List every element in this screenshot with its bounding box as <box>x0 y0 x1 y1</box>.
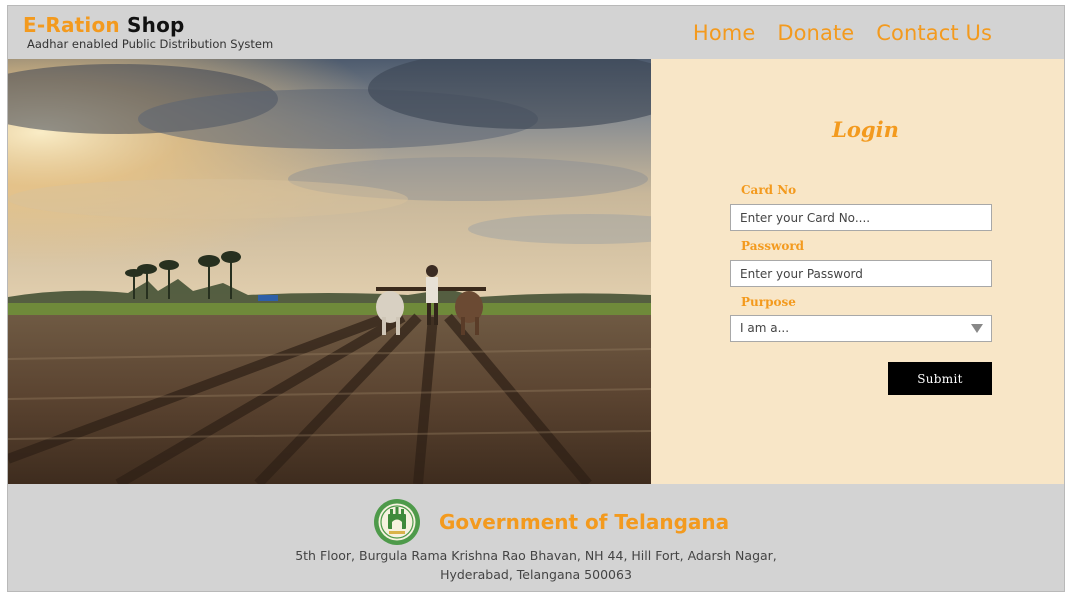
farm-field-illustration <box>8 59 651 484</box>
footer-address: 5th Floor, Burgula Rama Krishna Rao Bhav… <box>8 546 1064 584</box>
address-line-1: 5th Floor, Burgula Rama Krishna Rao Bhav… <box>295 548 777 563</box>
government-name: Government of Telangana <box>439 510 730 534</box>
telangana-emblem-icon <box>374 499 420 545</box>
nav-donate-link[interactable]: Donate <box>777 21 854 45</box>
card-no-label: Card No <box>741 183 797 197</box>
page-frame: E-Ration Shop Aadhar enabled Public Dist… <box>7 5 1065 592</box>
address-line-2: Hyderabad, Telangana 500063 <box>440 567 632 582</box>
footer-brand-row: Government of Telangana <box>373 498 729 546</box>
brand-title: E-Ration Shop <box>23 15 185 35</box>
purpose-selected-value: I am a... <box>740 321 790 335</box>
brand-logo[interactable]: E-Ration Shop Aadhar enabled Public Dist… <box>23 15 273 50</box>
submit-button[interactable]: Submit <box>888 362 992 395</box>
purpose-select[interactable]: I am a... <box>730 315 992 342</box>
main-nav: Home Donate Contact Us <box>693 21 992 45</box>
header: E-Ration Shop Aadhar enabled Public Dist… <box>8 6 1064 59</box>
nav-home-link[interactable]: Home <box>693 21 755 45</box>
triangle-down-icon <box>971 324 983 333</box>
login-title: Login <box>832 117 899 142</box>
password-label: Password <box>741 239 805 253</box>
brand-title-part1: E-Ration <box>23 13 120 37</box>
password-input[interactable] <box>730 260 992 287</box>
login-panel: Login Card No Password Purpose I am a...… <box>651 59 1064 484</box>
brand-subtitle: Aadhar enabled Public Distribution Syste… <box>27 37 274 51</box>
footer: Government of Telangana 5th Floor, Burgu… <box>8 484 1064 591</box>
purpose-label: Purpose <box>741 295 796 309</box>
brand-title-part2: Shop <box>127 13 185 37</box>
card-no-input[interactable] <box>730 204 992 231</box>
hero-image <box>8 59 651 484</box>
nav-contact-link[interactable]: Contact Us <box>876 21 992 45</box>
